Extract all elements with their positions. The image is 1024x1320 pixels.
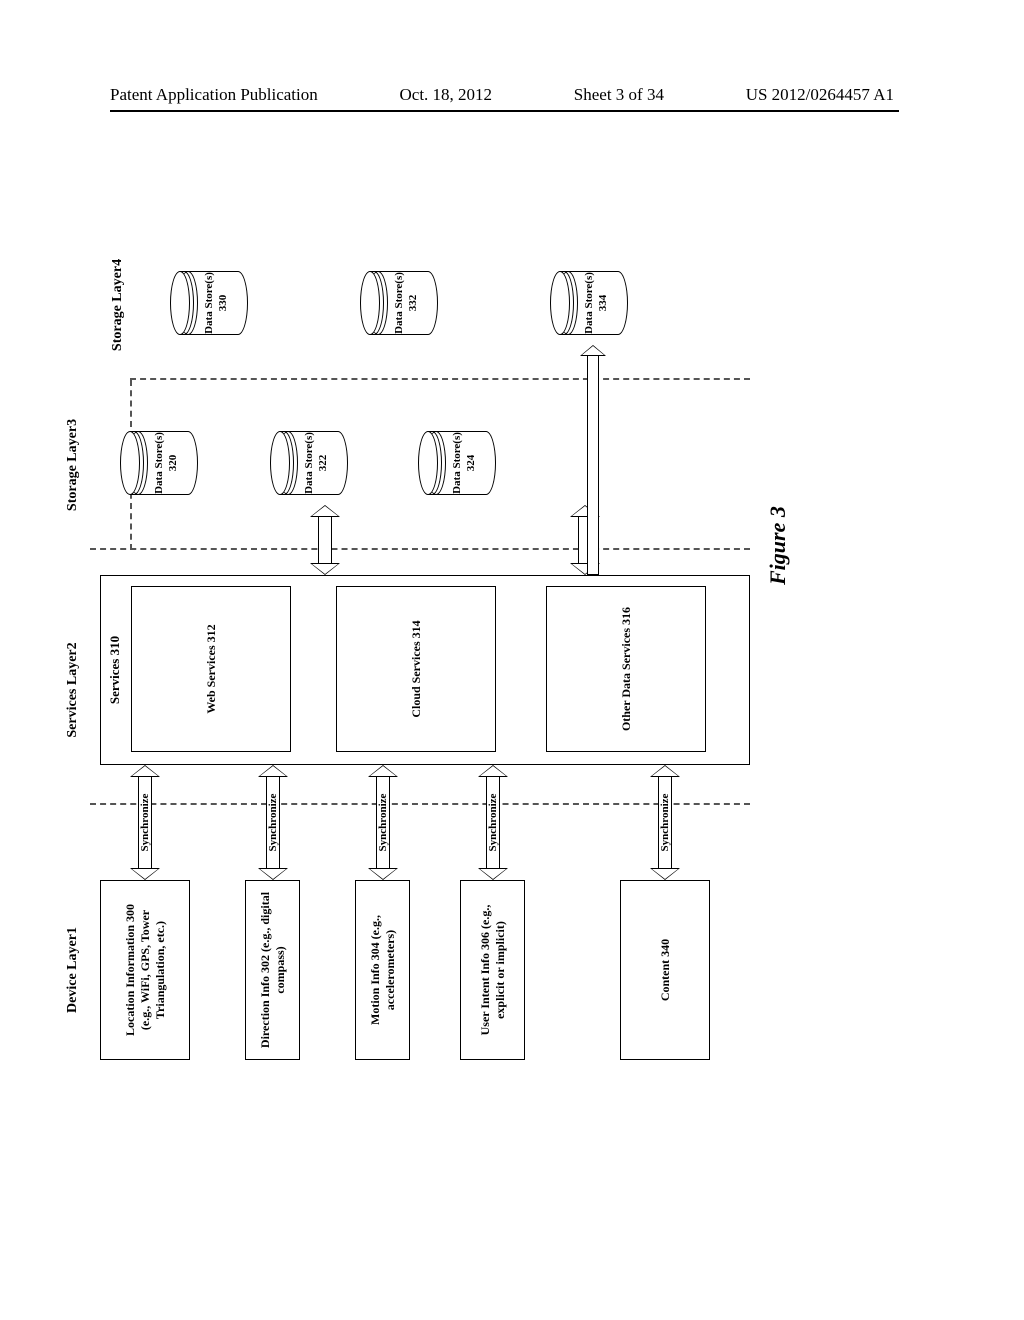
- pub-label: Patent Application Publication: [110, 85, 318, 105]
- sync-label: Synchronize: [487, 794, 499, 852]
- web-services-box: Web Services 312: [131, 586, 291, 752]
- data-store-330: Data Store(s) 330: [170, 271, 248, 335]
- ds330-label: Data Store(s) 330: [203, 272, 229, 334]
- divider-storage3-storage4: [130, 378, 750, 380]
- data-store-322: Data Store(s) 322: [270, 431, 348, 495]
- device-layer-label: Device Layer1: [65, 905, 81, 1035]
- other-data-services-box: Other Data Services 316: [546, 586, 706, 752]
- ds334-label: Data Store(s) 334: [583, 272, 609, 334]
- direction-info-box: Direction Info 302 (e.g., digital compas…: [245, 880, 300, 1060]
- sheet-number: Sheet 3 of 34: [574, 85, 664, 105]
- sync-label: Synchronize: [377, 794, 389, 852]
- storage-layer3-label: Storage Layer3: [65, 390, 81, 540]
- content-box: Content 340: [620, 880, 710, 1060]
- sync-label: Synchronize: [659, 794, 671, 852]
- services-to-storage3-arrow-1: [310, 505, 340, 575]
- ds320-label: Data Store(s) 320: [153, 432, 179, 494]
- pub-date: Oct. 18, 2012: [400, 85, 493, 105]
- divider-services-storage3: [90, 548, 750, 550]
- services-title: Services 310: [107, 576, 123, 764]
- storage-layer4-label: Storage Layer4: [110, 230, 126, 380]
- page-header: Patent Application Publication Oct. 18, …: [0, 85, 1024, 105]
- ds324-label: Data Store(s) 324: [451, 432, 477, 494]
- services-container: Services 310 Web Services 312 Cloud Serv…: [100, 575, 750, 765]
- services-layer-label: Services Layer2: [65, 610, 81, 770]
- services-to-store334-arrow: [580, 345, 606, 575]
- sync-arrow-3: Synchronize: [368, 765, 398, 880]
- data-store-332: Data Store(s) 332: [360, 271, 438, 335]
- sync-label: Synchronize: [139, 794, 151, 852]
- ds322-label: Data Store(s) 322: [303, 432, 329, 494]
- location-info-box: Location Information 300 (e.g., WiFi, GP…: [100, 880, 190, 1060]
- cloud-services-box: Cloud Services 314: [336, 586, 496, 752]
- sync-label: Synchronize: [267, 794, 279, 852]
- sync-arrow-2: Synchronize: [258, 765, 288, 880]
- sync-arrow-1: Synchronize: [130, 765, 160, 880]
- sync-arrow-5: Synchronize: [650, 765, 680, 880]
- figure-caption: Figure 3: [765, 506, 791, 585]
- user-intent-box: User Intent Info 306 (e.g., explicit or …: [460, 880, 525, 1060]
- motion-info-box: Motion Info 304 (e.g., accelerometers): [355, 880, 410, 1060]
- pub-number: US 2012/0264457 A1: [746, 85, 894, 105]
- data-store-324: Data Store(s) 324: [418, 431, 496, 495]
- data-store-320: Data Store(s) 320: [120, 431, 198, 495]
- sync-arrow-4: Synchronize: [478, 765, 508, 880]
- data-store-334: Data Store(s) 334: [550, 271, 628, 335]
- figure-diagram: Device Layer1 Services Layer2 Storage La…: [10, 355, 810, 885]
- header-rule: [110, 110, 899, 112]
- ds332-label: Data Store(s) 332: [393, 272, 419, 334]
